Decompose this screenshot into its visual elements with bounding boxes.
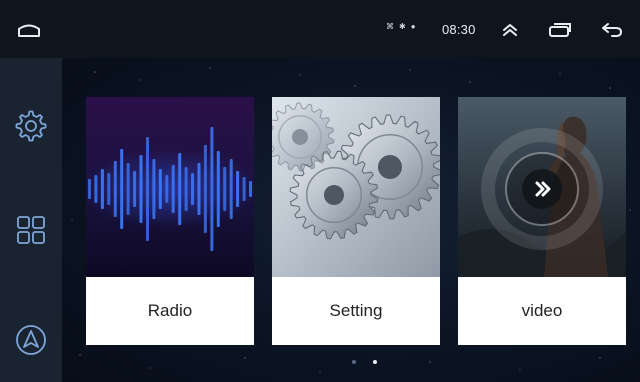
status-indicators: ⌘ ✱ ● [386,22,416,32]
app-card-setting[interactable]: Setting [272,97,440,345]
movie-poster-art [458,97,626,277]
app-label-radio: Radio [86,277,254,345]
recent-apps-icon[interactable] [546,18,574,42]
play-icon[interactable] [532,177,554,201]
left-sidebar [0,58,62,382]
app-card-radio[interactable]: Radio [86,97,254,345]
back-arrow-icon[interactable] [598,18,626,42]
bluetooth-icon: ✱ [399,22,406,31]
clock: 08:30 [442,22,476,37]
app-card-video[interactable]: video [458,97,626,345]
app-grid-icon[interactable] [11,210,51,250]
top-status-bar: ⌘ ✱ ● 08:30 [0,0,640,58]
navigation-icon[interactable] [11,320,51,360]
gear-icon[interactable] [11,106,51,146]
home-screen: ⌘ ✱ ● 08:30 Radio Setting video [0,0,640,382]
app-label-video: video [458,277,626,345]
chevrons-up-icon[interactable] [498,18,522,42]
app-label-setting: Setting [272,277,440,345]
page-dot-1[interactable] [352,360,356,364]
page-dot-2[interactable] [373,360,377,364]
gears-art [272,97,440,277]
radio-waveform-art [86,97,254,277]
home-icon[interactable] [14,18,44,42]
signal-icon: ⌘ [386,22,394,31]
gps-icon: ● [410,22,416,31]
